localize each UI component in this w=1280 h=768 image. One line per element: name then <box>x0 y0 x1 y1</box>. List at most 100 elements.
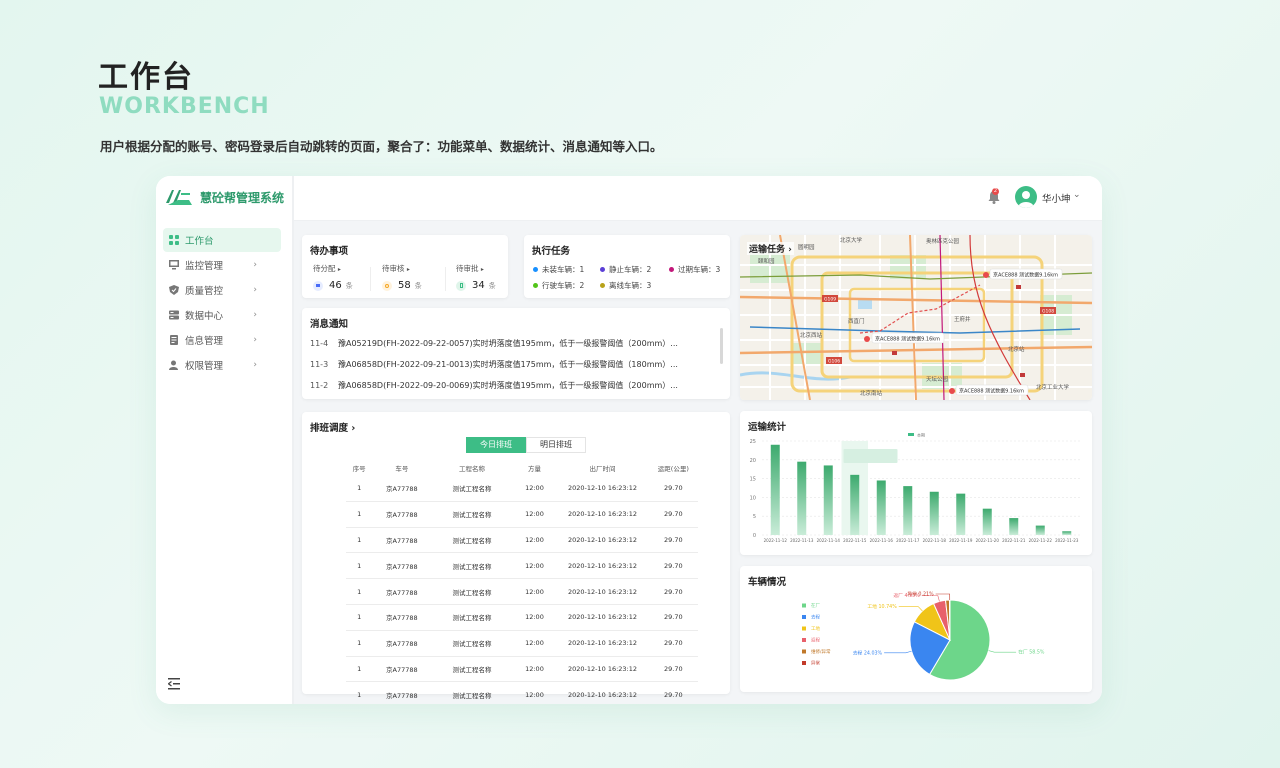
chevron-right-icon: › <box>788 245 792 255</box>
legend-swatch <box>802 661 806 665</box>
x-tick-label: 2022-11-22 <box>1029 538 1053 543</box>
legend-swatch <box>802 626 806 631</box>
approve-icon <box>456 280 466 291</box>
chart-tooltip <box>843 449 898 463</box>
bar <box>823 465 833 535</box>
legend-label: 异常 <box>811 660 820 667</box>
message-item[interactable]: 11-3 豫A06858D(FH-2022-09-21-0013)实时坍落度值17… <box>310 359 678 370</box>
shield-icon <box>169 285 179 295</box>
todo-label: 待审批 <box>456 264 479 273</box>
sidebar-item-quality[interactable]: 质量管控 › <box>163 278 281 302</box>
table-row[interactable]: 1 京A77788 测试工程名称 12:00 2020-12-10 16:23:12 29… <box>346 604 698 631</box>
task-label: 行驶车辆：2 <box>542 281 585 290</box>
avatar[interactable] <box>1015 186 1037 208</box>
sidebar-item-monitoring[interactable]: 监控管理 › <box>163 253 281 277</box>
table-cell: 1 <box>346 501 373 528</box>
table-cell: 12:00 <box>512 527 557 554</box>
sidebar: 慧砼帮管理系统 工作台 监控管理 › 质量管控 › 数据中心 › 信息管理 › … <box>156 176 294 704</box>
message-date: 11-2 <box>310 381 329 390</box>
x-tick-label: 2022-11-23 <box>1055 538 1079 543</box>
todo-item-approve[interactable]: 待审批 ▸ 34 条 <box>456 263 516 291</box>
table-cell: 1 <box>346 681 373 704</box>
task-unloaded[interactable]: 未装车辆：1 <box>533 264 584 275</box>
table-cell: 京A77788 <box>372 681 432 704</box>
user-icon <box>169 360 179 370</box>
table-row[interactable]: 1 京A77788 测试工程名称 12:00 2020-12-10 16:23:12 29… <box>346 656 698 683</box>
table-cell: 京A77788 <box>372 604 432 631</box>
table-cell: 京A77788 <box>372 656 432 683</box>
vehicle-tag[interactable]: 京ACE888 测试数据9.16km <box>993 272 1058 279</box>
sidebar-item-data-center[interactable]: 数据中心 › <box>163 303 281 327</box>
map-label: 北京工业大学 <box>1036 383 1070 391</box>
collapse-sidebar-icon[interactable] <box>168 678 182 690</box>
table-row[interactable]: 1 京A77788 测试工程名称 12:00 2020-12-10 16:23:12 29… <box>346 552 698 580</box>
table-row[interactable]: 1 京A77788 测试工程名称 12:00 2020-12-10 16:23:12 29… <box>346 630 698 657</box>
messages-card: 消息通知 11-4 豫A05219D(FH-2022-09-22-0057)实时坍… <box>302 308 730 399</box>
table-cell: 京A77788 <box>372 630 432 657</box>
vehicle-tag[interactable]: 京ACE888 测试数据9.16km <box>875 336 940 343</box>
table-cell: 测试工程名称 <box>431 501 513 528</box>
bar-chart[interactable]: 0510152025本期2022-11-12 2022-11-13 2022-11-… <box>740 433 1092 555</box>
database-icon <box>169 310 179 320</box>
status-dot <box>600 283 605 288</box>
user-name[interactable]: 华小坤 <box>1042 191 1071 205</box>
chevron-right-icon: › <box>253 310 257 320</box>
col-header: 出厂时间 <box>589 465 616 473</box>
table-cell: 29.70 <box>648 476 698 502</box>
legend-label: 去程 <box>811 614 820 621</box>
pie-leader-line <box>884 650 912 654</box>
table-cell: 2020-12-10 16:23:12 <box>556 527 649 554</box>
table-cell: 1 <box>346 630 373 657</box>
tab-tomorrow[interactable]: 明日排班 <box>526 437 586 453</box>
task-driving[interactable]: 行驶车辆：2 <box>533 280 584 291</box>
table-row[interactable]: 1 京A77788 测试工程名称 12:00 2020-12-10 16:23:12 29… <box>346 578 698 605</box>
map-title[interactable]: 运输任务 › <box>747 242 794 255</box>
table-cell: 测试工程名称 <box>431 578 513 605</box>
table-cell: 12:00 <box>512 656 557 683</box>
legend-swatch <box>802 615 806 619</box>
col-header: 车号 <box>395 465 409 473</box>
task-label: 未装车辆：1 <box>542 265 585 274</box>
table-row[interactable]: 1 京A77788 测试工程名称 12:00 2020-12-10 16:23:12 29… <box>346 681 698 704</box>
task-label: 静止车辆：2 <box>609 265 652 274</box>
schedule-table: 序号 车号 工程名称 方量 出厂时间 运距(公里) 1 京A77788 测试工程名称… <box>346 460 698 704</box>
todo-item-assign[interactable]: 待分配 ▸ 46 条 <box>313 263 373 291</box>
scrollbar[interactable] <box>720 328 723 364</box>
app-window: 慧砼帮管理系统 工作台 监控管理 › 质量管控 › 数据中心 › 信息管理 › … <box>156 176 1102 704</box>
map-view[interactable]: 京ACE888 测试数据9.16km 京ACE888 测试数据9.16km 京A… <box>740 235 1092 400</box>
chevron-down-icon[interactable]: ⌄ <box>1073 190 1081 200</box>
app-logo[interactable]: 慧砼帮管理系统 <box>164 186 284 208</box>
pie-leader-line <box>898 606 923 612</box>
status-dot <box>533 267 538 272</box>
message-item[interactable]: 11-2 豫A06858D(FH-2022-09-20-0069)实时坍落度值19… <box>310 380 678 391</box>
y-tick-label: 20 <box>750 458 756 464</box>
sidebar-item-label: 监控管理 <box>185 261 224 272</box>
table-cell: 29.70 <box>648 501 698 528</box>
pie-leader-line <box>988 650 1017 653</box>
status-dot <box>600 267 605 272</box>
task-stationary[interactable]: 静止车辆：2 <box>600 264 651 275</box>
schedule-title[interactable]: 排班调度 › <box>310 420 355 434</box>
sidebar-item-info[interactable]: 信息管理 › <box>163 328 281 352</box>
table-cell: 2020-12-10 16:23:12 <box>556 604 649 631</box>
vehicle-tag[interactable]: 京ACE888 测试数据9.16km <box>959 388 1024 395</box>
bar <box>1062 531 1072 535</box>
task-expired[interactable]: 过期车辆：3 <box>669 264 720 275</box>
x-tick-label: 2022-11-14 <box>817 538 841 543</box>
sidebar-item-permissions[interactable]: 权限管理 › <box>163 353 281 377</box>
table-row[interactable]: 1 京A77788 测试工程名称 12:00 2020-12-10 16:23:12 29… <box>346 527 698 554</box>
tab-today[interactable]: 今日排班 <box>466 437 526 453</box>
task-label: 离线车辆：3 <box>609 281 652 290</box>
todo-item-review[interactable]: 待审核 ▸ 58 条 <box>382 263 442 291</box>
pie-chart[interactable]: 在厂去程工地返程维修/异常异常 在厂 58.5% 去程 24.03% 工地 10.74… <box>740 584 1092 692</box>
table-row[interactable]: 1 京A77788 测试工程名称 12:00 2020-12-10 16:23:12 29… <box>346 476 698 502</box>
table-row[interactable]: 1 京A77788 测试工程名称 12:00 2020-12-10 16:23:12 29… <box>346 501 698 528</box>
x-tick-label: 2022-11-12 <box>764 538 788 543</box>
caret-right-icon: ▸ <box>337 266 341 273</box>
message-item[interactable]: 11-4 豫A05219D(FH-2022-09-22-0057)实时坍落度值19… <box>310 338 678 349</box>
legend-label: 在厂 <box>811 602 820 609</box>
sidebar-item-workbench[interactable]: 工作台 <box>163 228 281 252</box>
todo-card: 待办事项 待分配 ▸ 46 条 待审核 ▸ 58 条 待审批 ▸ 34 条 <box>302 235 508 298</box>
task-offline[interactable]: 离线车辆：3 <box>600 280 651 291</box>
table-cell: 29.70 <box>648 604 698 631</box>
